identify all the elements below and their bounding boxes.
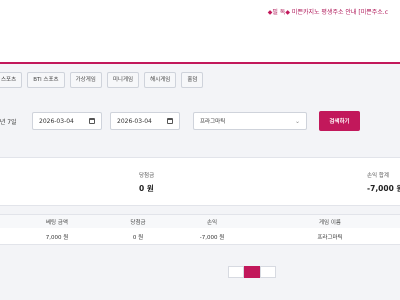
game-tabs: 스포츠 BTi 스포츠 가상게임 미니게임 해시게임 홀덤 xyxy=(0,72,204,88)
period-label: 1년 7일 xyxy=(0,119,17,126)
tab-mini-games[interactable]: 미니게임 xyxy=(106,72,140,88)
notice-title: 필 독 xyxy=(272,9,286,16)
calendar-icon[interactable] xyxy=(167,118,173,124)
profit-value: -7,000 원 xyxy=(367,184,400,193)
date-to-value: 2026-03-04 xyxy=(117,118,152,125)
notice-text: 미쁜카지노 평생주소 안내 [미쁜주소.c xyxy=(291,9,388,16)
calendar-icon[interactable] xyxy=(89,118,95,124)
win-label: 당첨금 xyxy=(139,173,155,179)
table-header: 베팅 금액 당첨금 손익 게임 이름 xyxy=(0,214,400,229)
bet-table: 베팅 금액 당첨금 손익 게임 이름 7,000 원 0 원 -7,000 원 … xyxy=(0,214,400,245)
tab-sports[interactable]: 스포츠 xyxy=(0,72,23,88)
diamond-icon: ◆ xyxy=(285,9,290,16)
current-page-button[interactable] xyxy=(244,266,260,278)
cell-win: 0 원 xyxy=(132,235,144,241)
page-header xyxy=(0,26,400,64)
date-from-input[interactable]: 2026-03-04 xyxy=(32,112,102,130)
header-game-name: 게임 이름 xyxy=(319,220,341,226)
table-row: 7,000 원 0 원 -7,000 원 프라그마틱 xyxy=(0,228,400,245)
prev-page-button[interactable] xyxy=(228,266,244,278)
win-value: 0 원 xyxy=(139,184,154,193)
tab-bti-sports[interactable]: BTi 스포츠 xyxy=(27,72,65,88)
date-to-input[interactable]: 2026-03-04 xyxy=(110,112,180,130)
chevron-down-icon: ⌄ xyxy=(294,118,300,125)
header-bet-amount: 베팅 금액 xyxy=(46,220,68,226)
notice-banner[interactable]: ◆필 독◆ 미쁜카지노 평생주소 안내 [미쁜주소.c xyxy=(268,7,388,16)
tab-virtual-games[interactable]: 가상게임 xyxy=(69,72,102,88)
filter-bar: 1년 7일 2026-03-04 2026-03-04 프라그마틱 ⌄ 검색하기 xyxy=(0,110,400,136)
header-profit: 손익 xyxy=(206,220,218,226)
top-bar: ◆필 독◆ 미쁜카지노 평생주소 안내 [미쁜주소.c xyxy=(0,0,400,26)
tab-holdem[interactable]: 홀덤 xyxy=(181,72,204,88)
summary-panel: 당첨금 0 원 손익 합계 -7,000 원 xyxy=(0,157,400,206)
date-from-value: 2026-03-04 xyxy=(39,118,74,125)
game-select-value: 프라그마틱 xyxy=(200,119,226,125)
cell-game-name: 프라그마틱 xyxy=(317,235,343,241)
header-win: 당첨금 xyxy=(130,220,146,226)
cell-profit: -7,000 원 xyxy=(199,235,225,241)
pagination xyxy=(228,266,276,278)
search-button[interactable]: 검색하기 xyxy=(319,111,360,131)
profit-label: 손익 합계 xyxy=(367,173,389,179)
cell-bet-amount: 7,000 원 xyxy=(45,235,69,241)
tab-hash-games[interactable]: 해시게임 xyxy=(144,72,177,88)
game-select[interactable]: 프라그마틱 ⌄ xyxy=(193,112,307,130)
next-page-button[interactable] xyxy=(260,266,276,278)
